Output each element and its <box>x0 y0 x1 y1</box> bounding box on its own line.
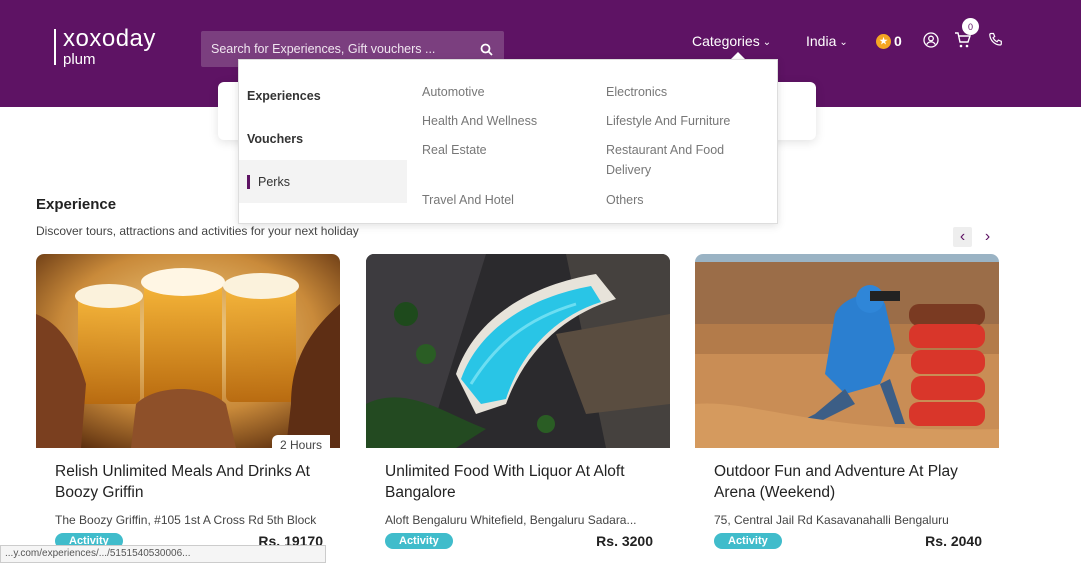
card-address: The Boozy Griffin, #105 1st A Cross Rd 5… <box>55 513 317 527</box>
subcategory-electronics[interactable]: Electronics <box>606 82 667 102</box>
chevron-down-icon: ⌄ <box>839 36 848 48</box>
category-label: Perks <box>258 174 290 189</box>
points-value: 0 <box>894 33 902 49</box>
country-label: India <box>806 33 837 49</box>
categories-dropdown: Experiences Vouchers Perks Automotive He… <box>238 59 778 224</box>
search-input[interactable]: Search for Experiences, Gift vouchers ..… <box>211 42 468 56</box>
subcategory-travel-and-hotel[interactable]: Travel And Hotel <box>422 190 514 210</box>
logo-subbrand: plum <box>63 51 96 68</box>
xoxoday-logo[interactable]: xoxoday plum <box>54 27 156 67</box>
card-image-beer-toast[interactable] <box>36 254 340 448</box>
cart-count-badge: 0 <box>962 18 979 35</box>
category-label: Vouchers <box>247 131 304 146</box>
active-indicator <box>247 174 250 189</box>
card-title[interactable]: Unlimited Food With Liquor At Aloft Bang… <box>385 461 653 503</box>
category-badge: Activity <box>385 533 453 549</box>
phone-icon[interactable] <box>986 30 1006 50</box>
subcategory-real-estate[interactable]: Real Estate <box>422 140 487 160</box>
section-subtitle: Discover tours, attractions and activiti… <box>36 224 359 238</box>
card-title[interactable]: Outdoor Fun and Adventure At Play Arena … <box>714 461 982 503</box>
card-image-paintball-arena[interactable] <box>695 254 999 448</box>
card-price: Rs. 3200 <box>596 533 653 549</box>
subcategory-health-and-wellness[interactable]: Health And Wellness <box>422 111 537 131</box>
card-address: 75, Central Jail Rd Kasavanahalli Bengal… <box>714 513 949 527</box>
chevron-left-icon[interactable]: ‹ <box>953 227 972 247</box>
points-balance[interactable]: ★ 0 <box>876 33 902 49</box>
carousel-controls: ‹ › <box>953 227 997 247</box>
browser-status-url: ...y.com/experiences/.../5151540530006..… <box>0 545 326 563</box>
country-selector[interactable]: India ⌄ <box>806 33 848 49</box>
experience-card[interactable]: Unlimited Food With Liquor At Aloft Bang… <box>366 254 670 563</box>
category-label: Experiences <box>247 88 321 103</box>
category-experiences[interactable]: Experiences <box>239 74 407 117</box>
section-title: Experience <box>36 196 117 213</box>
chevron-right-icon[interactable]: › <box>978 227 997 247</box>
experience-card[interactable]: Outdoor Fun and Adventure At Play Arena … <box>695 254 999 563</box>
category-perks[interactable]: Perks <box>239 160 407 203</box>
logo-divider <box>54 29 56 65</box>
subcategory-restaurant-and-food-delivery[interactable]: Restaurant And Food Delivery <box>606 140 746 180</box>
duration-badge: 2 Hours <box>271 435 330 455</box>
subcategory-others[interactable]: Others <box>606 190 644 210</box>
category-type-list: Experiences Vouchers Perks <box>239 60 407 225</box>
chevron-down-icon: ⌄ <box>762 36 772 48</box>
category-badge: Activity <box>714 533 782 549</box>
categories-menu[interactable]: Categories ⌄ <box>692 33 771 49</box>
experience-card[interactable]: 2 Hours Relish Unlimited Meals And Drink… <box>36 254 340 563</box>
category-vouchers[interactable]: Vouchers <box>239 117 407 160</box>
subcategory-automotive[interactable]: Automotive <box>422 82 485 102</box>
logo-wordmark: xoxoday <box>63 25 156 52</box>
subcategory-lifestyle-and-furniture[interactable]: Lifestyle And Furniture <box>606 111 730 131</box>
coin-icon: ★ <box>876 33 891 49</box>
card-image-hotel-pool[interactable] <box>366 254 670 448</box>
categories-label: Categories <box>692 33 760 49</box>
card-title[interactable]: Relish Unlimited Meals And Drinks At Boo… <box>55 461 323 503</box>
card-price: Rs. 2040 <box>925 533 982 549</box>
card-address: Aloft Bengaluru Whitefield, Bengaluru Sa… <box>385 513 637 527</box>
user-account-icon[interactable] <box>921 30 941 50</box>
